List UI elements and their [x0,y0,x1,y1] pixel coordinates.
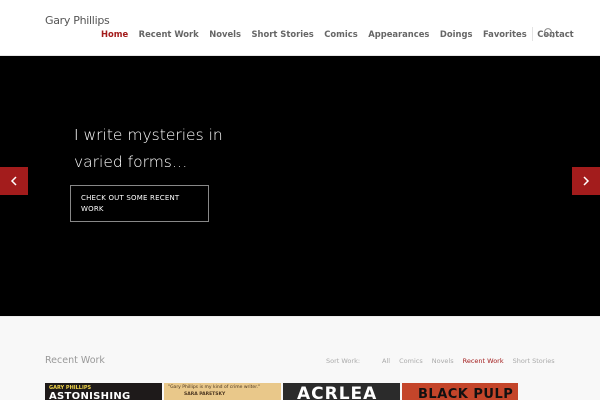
nav-item-comics[interactable]: Comics [324,29,357,39]
recent-work-section: Recent Work Sort Work: All Comics Novels… [0,316,600,400]
filter-short-stories[interactable]: Short Stories [513,357,555,365]
filter-recent-work[interactable]: Recent Work [463,357,504,365]
nav-item-novels[interactable]: Novels [209,29,241,39]
portfolio-item[interactable]: GARY PHILLIPS ASTONISHING [45,383,162,400]
cover-quote-author: SARA PARETSKY [184,392,226,397]
hero-heading: I write mysteries in varied forms… [74,126,223,171]
site-logo[interactable]: Gary Phillips [45,14,110,27]
portfolio-item[interactable]: BLACK PULP [402,383,518,400]
filter-all[interactable]: All [382,357,390,365]
section-title: Recent Work [45,355,105,366]
nav-divider [532,27,533,41]
nav-item-recent-work[interactable]: Recent Work [139,29,199,39]
filter-novels[interactable]: Novels [432,357,454,365]
nav-item-short-stories[interactable]: Short Stories [252,29,314,39]
slider-prev-button[interactable] [0,167,28,195]
nav-item-appearances[interactable]: Appearances [368,29,429,39]
sort-label: Sort Work: [326,357,361,365]
hero-cta-button[interactable]: CHECK OUT SOME RECENT WORK [70,185,209,222]
nav-item-doings[interactable]: Doings [440,29,473,39]
chevron-left-icon [10,176,17,186]
filter-comics[interactable]: Comics [399,357,423,365]
nav-item-home[interactable]: Home [101,29,128,39]
hero-slider: I write mysteries in varied forms… CHECK… [0,56,600,316]
portfolio-item[interactable]: "Gary Phillips is my kind of crime write… [164,383,281,400]
cover-title: ACRLEA [297,384,378,400]
sort-filter-bar: Sort Work: All Comics Novels Recent Work… [326,357,555,365]
cover-title: ASTONISHING [49,391,131,400]
nav-item-favorites[interactable]: Favorites [483,29,527,39]
portfolio-item[interactable]: ACRLEA [283,383,400,400]
search-icon[interactable] [543,27,555,39]
site-header: Gary Phillips Home Recent Work Novels Sh… [0,0,600,56]
chevron-right-icon [583,176,590,186]
slider-next-button[interactable] [572,167,600,195]
cover-blurb: "Gary Phillips is my kind of crime write… [168,385,261,390]
main-nav: Home Recent Work Novels Short Stories Co… [101,27,574,41]
cover-title: BLACK PULP [418,387,514,400]
